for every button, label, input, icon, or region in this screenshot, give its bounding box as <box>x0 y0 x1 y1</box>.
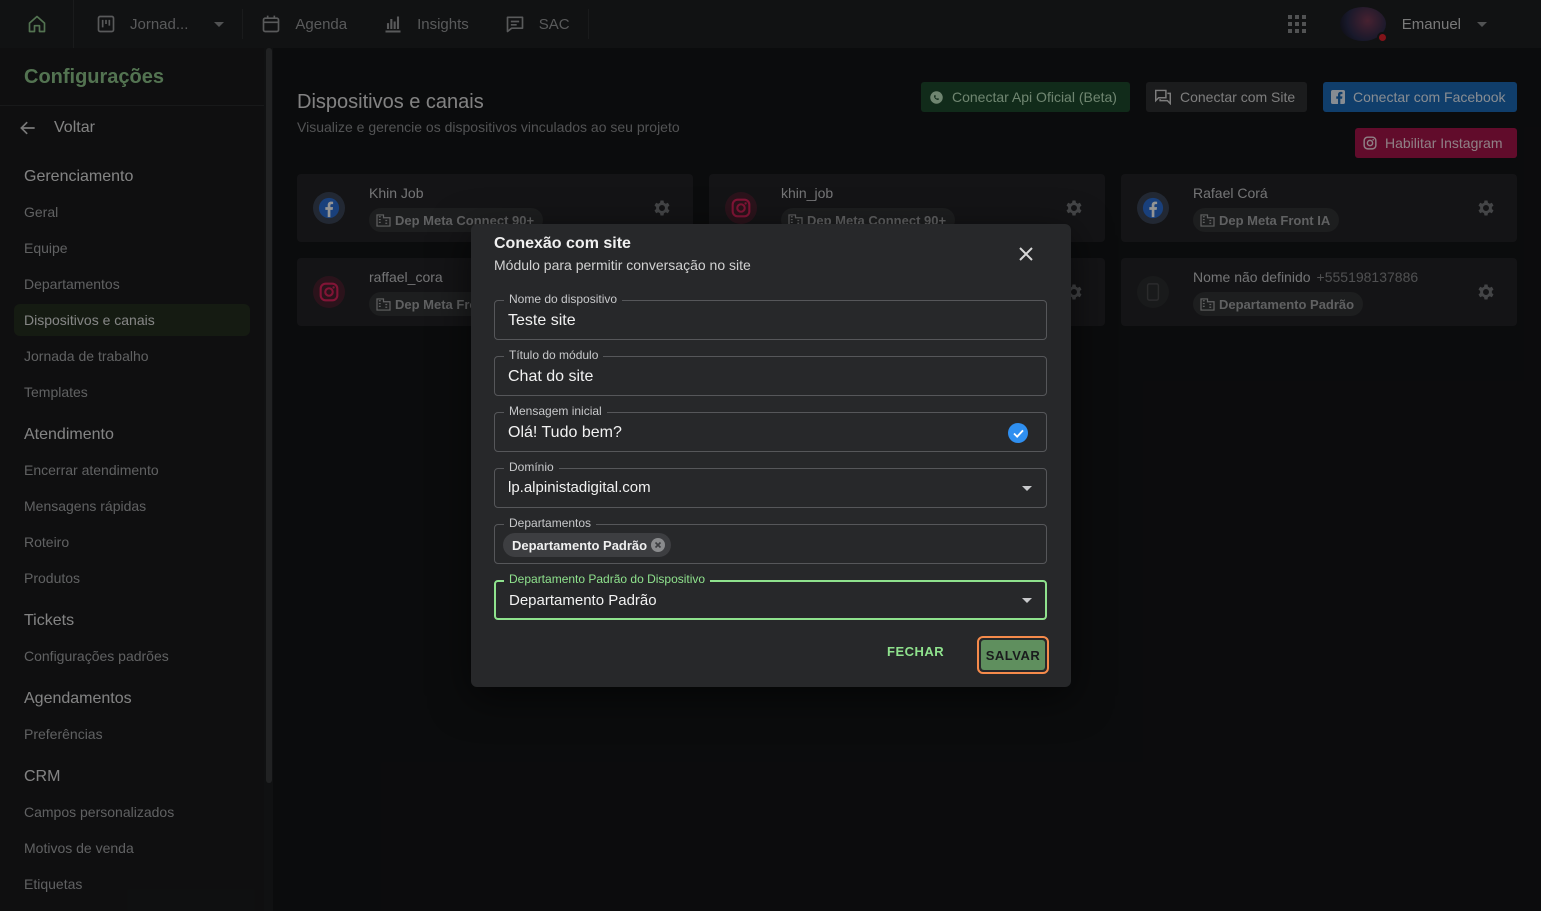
field-value: Olá! Tudo bem? <box>508 424 622 441</box>
module-title-field[interactable]: Título do módulo Chat do site <box>494 348 1047 396</box>
field-label: Departamentos <box>504 516 597 530</box>
chevron-down-icon <box>1022 486 1032 491</box>
field-label: Domínio <box>504 460 559 474</box>
device-name-field[interactable]: Nome do dispositivo Teste site <box>494 292 1047 340</box>
field-value: Chat do site <box>508 368 594 385</box>
field-value: lp.alpinistadigital.com <box>508 479 651 496</box>
department-chip: Departamento Padrão <box>503 533 672 557</box>
field-value: Teste site <box>508 312 576 329</box>
dialog-subtitle: Módulo para permitir conversação no site <box>494 257 751 273</box>
dialog-title: Conexão com site <box>494 235 631 252</box>
field-label: Nome do dispositivo <box>504 292 623 306</box>
close-button[interactable]: FECHAR <box>887 644 944 659</box>
field-value: Departamento Padrão <box>509 592 657 609</box>
default-department-select[interactable]: Departamento Padrão do Dispositivo Depar… <box>494 572 1047 620</box>
domain-select[interactable]: Domínio lp.alpinistadigital.com <box>494 460 1047 508</box>
check-circle-icon <box>1008 423 1028 443</box>
initial-message-field[interactable]: Mensagem inicial Olá! Tudo bem? <box>494 404 1047 452</box>
site-connection-dialog: Conexão com site Módulo para permitir co… <box>471 224 1071 687</box>
field-label: Mensagem inicial <box>504 404 607 418</box>
save-button-label: SALVAR <box>981 640 1045 670</box>
departments-select[interactable]: Departamentos Departamento Padrão <box>494 516 1047 564</box>
close-icon[interactable] <box>1017 245 1035 263</box>
chevron-down-icon <box>1022 598 1032 603</box>
chip-remove-icon[interactable] <box>651 538 666 552</box>
save-button[interactable]: SALVAR <box>977 636 1049 674</box>
chip-label: Departamento Padrão <box>512 537 648 553</box>
field-label: Título do módulo <box>504 348 604 362</box>
field-label: Departamento Padrão do Dispositivo <box>504 572 711 586</box>
